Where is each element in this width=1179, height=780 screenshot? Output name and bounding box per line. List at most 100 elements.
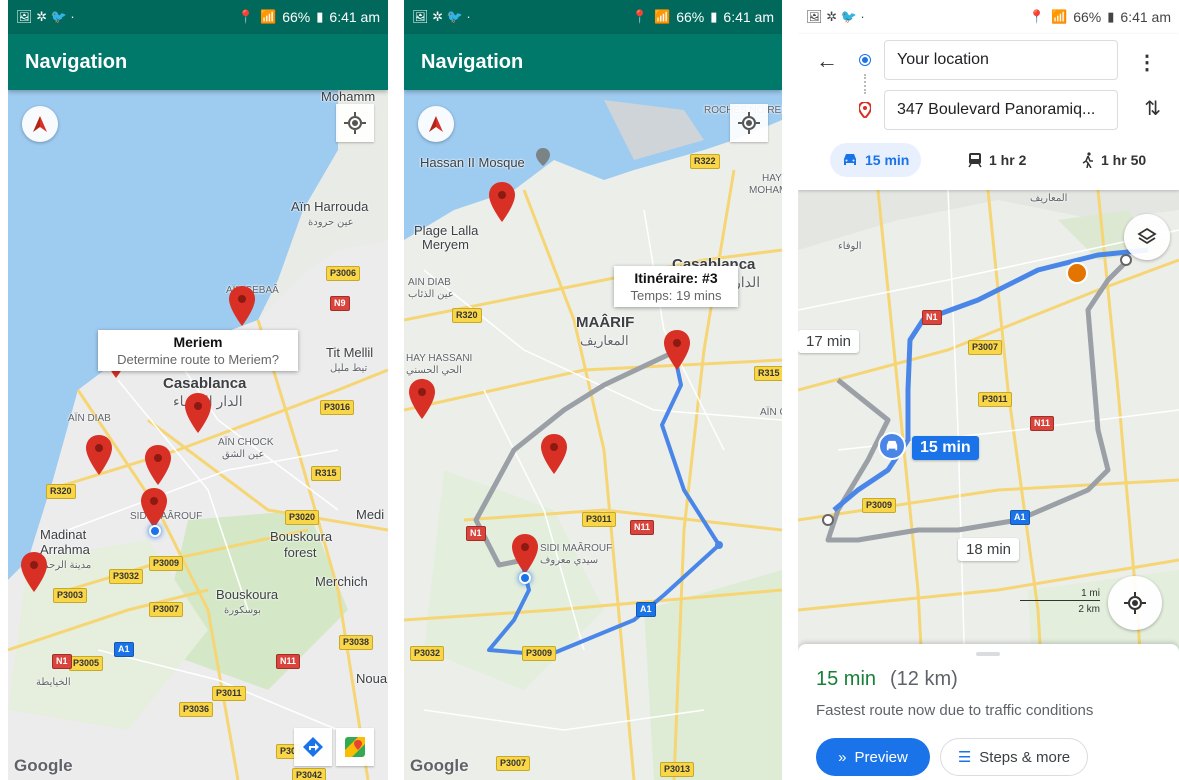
- map-label: Bouskoura: [270, 529, 333, 544]
- destination-input[interactable]: 347 Boulevard Panoramiq...: [884, 90, 1118, 130]
- road-shield: P3007: [968, 340, 1003, 355]
- map-scale: 1 mi 2 km: [1020, 588, 1100, 618]
- map-label: Medi: [356, 507, 385, 522]
- directions-button[interactable]: [294, 728, 332, 766]
- signal-icon: 📶: [260, 9, 277, 24]
- map-label: HAY: [762, 173, 782, 184]
- road-shield: P3016: [320, 400, 355, 415]
- mode-label: 1 hr 2: [989, 152, 1027, 168]
- transit-icon: [968, 153, 982, 168]
- road-shield: P3006: [326, 266, 361, 281]
- marker-pin[interactable]: [86, 435, 112, 475]
- directions-header: ← Your location 347 Boulevard Panoramiq.…: [798, 34, 1179, 190]
- marker-info-window[interactable]: Meriem Determine route to Meriem?: [98, 330, 298, 371]
- clock: 6:41 am: [723, 9, 774, 25]
- road-shield: P3032: [109, 569, 144, 584]
- origin-input[interactable]: Your location: [884, 40, 1118, 80]
- map-label: تيط مليل: [330, 363, 368, 374]
- road-shield: R322: [690, 154, 720, 169]
- road-shield: N11: [276, 654, 301, 669]
- road-shield: R320: [452, 308, 482, 323]
- info-subtitle: Determine route to Meriem?: [117, 352, 279, 367]
- mode-driving[interactable]: 15 min: [830, 143, 922, 177]
- map-label: Mohamm: [321, 90, 376, 104]
- place-icon: [536, 148, 550, 166]
- marker-pin[interactable]: [512, 534, 538, 574]
- crosshair-icon: [344, 112, 366, 134]
- route-description: Fastest route now due to traffic conditi…: [816, 702, 1094, 719]
- battery-icon: ▮: [1107, 9, 1115, 24]
- layers-button[interactable]: [1124, 214, 1170, 260]
- open-maps-button[interactable]: [336, 728, 374, 766]
- marker-pin[interactable]: [541, 434, 567, 474]
- back-arrow-icon[interactable]: ←: [816, 48, 838, 74]
- marker-pin[interactable]: [489, 182, 515, 222]
- route-time-label[interactable]: 18 min: [958, 538, 1020, 561]
- road-shield: P3013: [660, 762, 695, 777]
- steps-button[interactable]: ☰ Steps & more: [940, 738, 1088, 776]
- notification-icons: 🖼 ✲ 🐦 ·: [16, 9, 75, 24]
- road-shield: P3036: [179, 702, 214, 717]
- compass-icon: [33, 116, 47, 132]
- marker-pin[interactable]: [21, 552, 47, 592]
- location-icon: 📍: [631, 9, 649, 24]
- road-shield: R315: [754, 366, 782, 381]
- status-bar: 🖼 ✲ 🐦 · 📍 📶 66% ▮ 6:41 am: [404, 0, 782, 34]
- marker-pin[interactable]: [664, 330, 690, 370]
- preview-button[interactable]: » Preview: [816, 738, 930, 776]
- compass-button[interactable]: [418, 106, 454, 142]
- map-label: عين الشق: [222, 449, 265, 460]
- notification-icons: 🖼 ✲ 🐦 ·: [412, 9, 471, 24]
- mode-transit[interactable]: 1 hr 2: [956, 143, 1038, 177]
- map-base: [404, 90, 782, 780]
- marker-pin[interactable]: [409, 379, 435, 419]
- road-shield: N1: [922, 310, 942, 325]
- compass-icon: [429, 116, 443, 132]
- swap-icon[interactable]: ⇅: [1144, 96, 1161, 121]
- map-view[interactable]: Hassan II Mosque Plage Lalla Meryem AIN …: [404, 90, 782, 780]
- my-location-button[interactable]: [1108, 576, 1162, 630]
- marker-pin[interactable]: [185, 393, 211, 433]
- more-options-icon[interactable]: ⋮: [1137, 50, 1157, 75]
- directions-icon: [303, 737, 323, 757]
- app-title: Navigation: [421, 50, 524, 73]
- selected-route-time-label[interactable]: 15 min: [912, 436, 979, 460]
- phone-screen-2: 🖼 ✲ 🐦 · 📍 📶 66% ▮ 6:41 am Navigation Has…: [404, 0, 782, 780]
- marker-pin[interactable]: [141, 488, 167, 528]
- road-shield: P3005: [69, 656, 104, 671]
- sheet-handle[interactable]: [976, 652, 1000, 656]
- compass-button[interactable]: [22, 106, 58, 142]
- road-shield: N9: [330, 296, 350, 311]
- chevrons-icon: »: [838, 748, 847, 766]
- road-shield: P3038: [339, 635, 374, 650]
- marker-pin[interactable]: [229, 286, 255, 326]
- map-label: AÏN CH: [760, 407, 782, 418]
- poi-icon: [1066, 262, 1088, 284]
- crosshair-icon: [1124, 592, 1146, 614]
- scale-bar: [1020, 600, 1100, 601]
- mode-label: 15 min: [865, 152, 910, 168]
- route-bottom-sheet[interactable]: 15 min (12 km) Fastest route now due to …: [798, 644, 1179, 780]
- road-shield: A1: [114, 642, 134, 657]
- map-label: بوسكورة: [224, 605, 262, 616]
- map-view[interactable]: Aïn Harrouda عين حرودة Tit Mellil تيط مل…: [8, 90, 388, 780]
- my-location-button[interactable]: [730, 104, 768, 142]
- road-shield: P3011: [212, 686, 246, 701]
- signal-icon: 📶: [1051, 9, 1068, 24]
- road-shield: N11: [630, 520, 655, 535]
- app-bar: Navigation: [8, 34, 388, 90]
- location-icon: 📍: [237, 9, 255, 24]
- map-label: Bouskoura: [216, 587, 279, 602]
- my-location-dot: [519, 572, 531, 584]
- google-logo: Google: [410, 756, 469, 775]
- road-shield: P3003: [53, 588, 88, 603]
- road-shield: R315: [311, 466, 341, 481]
- road-shield: P3009: [522, 646, 557, 661]
- map-label: Plage Lalla: [414, 223, 479, 238]
- road-shield: P3011: [582, 512, 616, 527]
- marker-pin[interactable]: [145, 445, 171, 485]
- mode-walking[interactable]: 1 hr 50: [1070, 143, 1158, 177]
- my-location-button[interactable]: [336, 104, 374, 142]
- route-info-window[interactable]: Itinéraire: #3 Temps: 19 mins: [614, 266, 738, 307]
- route-time-label[interactable]: 17 min: [798, 330, 860, 353]
